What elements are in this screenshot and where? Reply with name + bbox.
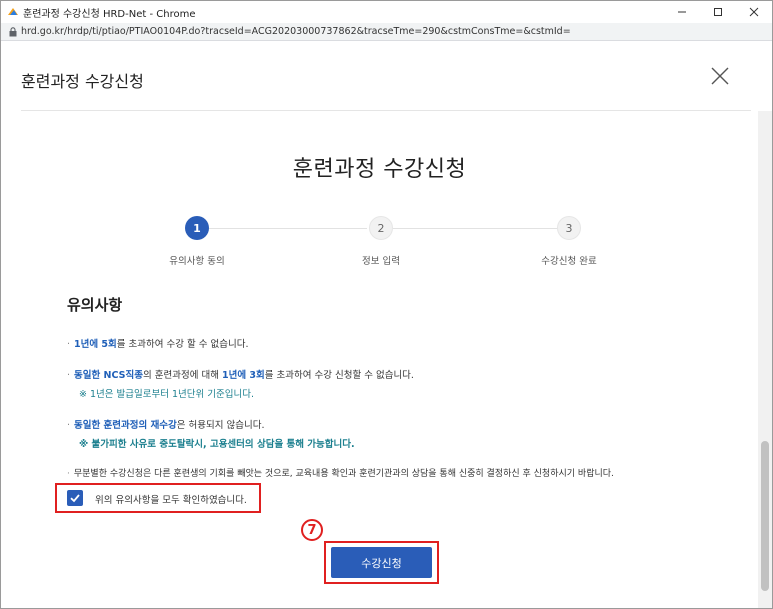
url-text[interactable]: hrd.go.kr/hrdp/ti/ptiao/PTIAO0104P.do?tr… [21,26,571,37]
notice-highlight: 동일한 훈련과정의 재수강 [74,420,177,431]
notice-highlight: 동일한 NCS직종 [74,370,143,381]
step-3-label: 수강신청 완료 [541,256,597,267]
notice-item-3: · 동일한 훈련과정의 재수강은 허용되지 않습니다. [67,417,265,431]
check-icon [70,494,80,503]
header-divider [21,110,751,111]
notice-heading: 유의사항 [67,296,123,314]
minimize-button[interactable] [664,1,700,23]
modal-close-icon[interactable] [709,65,731,87]
notice-text: 의 훈련과정에 대해 [142,370,222,381]
notice-text: 를 초과하여 수강 신청할 수 없습니다. [264,370,414,381]
window-title: 훈련과정 수강신청 HRD-Net - Chrome [23,9,196,20]
annotation-step-badge: 7 [301,519,323,541]
step-1-label: 유의사항 동의 [169,256,225,267]
browser-window: 훈련과정 수강신청 HRD-Net - Chrome hrd.go.kr/hrd… [0,0,773,609]
step-connector [207,228,367,229]
modal-header: 훈련과정 수강신청 [1,41,772,111]
step-connector [393,228,561,229]
notice-item-4: · 무분별한 수강신청은 다른 훈련생의 기회를 빼앗는 것으로, 교육내용 확인… [67,466,614,479]
notice-text: 무분별한 수강신청은 다른 훈련생의 기회를 빼앗는 것으로, 교육내용 확인과… [73,469,614,479]
step-2-circle: 2 [369,216,393,240]
bullet: · [67,370,71,381]
notice-highlight: 1년에 3회 [221,370,265,381]
step-2-label: 정보 입력 [362,256,400,267]
modal-title: 훈련과정 수강신청 [21,72,144,91]
close-icon [749,7,759,17]
notice-item-2-sub: ※ 1년은 발급일로부터 1년단위 기준입니다. [79,389,254,400]
notice-highlight: 1년에 5회 [74,339,117,350]
window-titlebar: 훈련과정 수강신청 HRD-Net - Chrome [1,1,772,23]
bullet: · [67,339,71,350]
page-title: 훈련과정 수강신청 [292,157,467,182]
lock-icon [9,27,17,37]
maximize-button[interactable] [700,1,736,23]
apply-button[interactable]: 수강신청 [331,547,432,578]
bullet: · [67,469,70,479]
scrollbar-thumb[interactable] [761,441,769,591]
notice-text: 은 허용되지 않습니다. [176,420,265,431]
address-bar[interactable]: hrd.go.kr/hrdp/ti/ptiao/PTIAO0104P.do?tr… [1,23,772,41]
agree-checkbox[interactable] [67,490,83,506]
minimize-icon [678,11,686,13]
step-1-circle: 1 [185,216,209,240]
notice-item-1: · 1년에 5회를 초과하여 수강 할 수 없습니다. [67,336,249,350]
notice-item-2: · 동일한 NCS직종의 훈련과정에 대해 1년에 3회를 초과하여 수강 신청할… [67,367,414,381]
maximize-icon [714,8,722,16]
notice-item-3-sub: ※ 불가피한 사유로 중도탈락시, 고용센터의 상담을 통해 가능합니다. [79,439,355,450]
agree-label[interactable]: 위의 유의사항을 모두 확인하였습니다. [95,492,247,506]
step-3-circle: 3 [557,216,581,240]
window-close-button[interactable] [736,1,772,23]
bullet: · [67,420,71,431]
notice-text: 를 초과하여 수강 할 수 없습니다. [116,339,249,350]
chrome-app-icon [8,8,18,15]
